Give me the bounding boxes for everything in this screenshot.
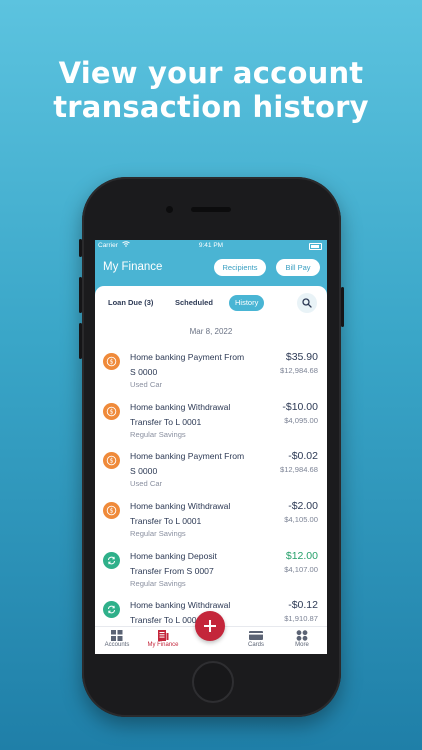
plus-icon <box>204 620 216 632</box>
mute-switch <box>79 239 82 257</box>
nav-cards[interactable]: Cards <box>236 630 276 648</box>
transaction-description: Home banking Withdrawal Transfer To L 000… <box>130 402 231 427</box>
phone-screen: Carrier 9:41 PM My Finance Recipients Bi… <box>95 240 327 654</box>
transaction-row[interactable]: $ Home banking Withdrawal Transfer To L 0… <box>95 498 327 546</box>
date-header: Mar 8, 2022 <box>189 327 233 336</box>
transaction-description: Home banking Payment From S 0000 <box>130 352 245 377</box>
transaction-amount: $12.00 <box>285 550 318 562</box>
transaction-amount: -$0.12 <box>288 599 318 611</box>
tab-loan-due[interactable]: Loan Due (3) <box>108 295 153 311</box>
transaction-account: Used Car <box>130 479 163 488</box>
transaction-balance: $1,910.87 <box>284 614 318 623</box>
loan-payment-icon: $ <box>103 353 120 370</box>
transaction-account: Regular Savings <box>130 529 186 538</box>
page-title: My Finance <box>103 261 163 273</box>
my-finance-icon <box>158 630 169 641</box>
transaction-row[interactable]: $ Home banking Withdrawal Transfer To L 0… <box>95 399 327 447</box>
nav-my-finance-label: My Finance <box>147 642 179 648</box>
svg-text:$: $ <box>110 508 114 515</box>
tab-history[interactable]: History <box>229 295 265 311</box>
earpiece-speaker <box>191 207 231 212</box>
battery-icon <box>309 243 322 250</box>
nav-my-finance[interactable]: My Finance <box>143 630 183 648</box>
tab-bar: Loan Due (3) Scheduled History <box>95 286 327 316</box>
volume-down-button <box>79 323 82 359</box>
transaction-amount: -$10.00 <box>282 401 318 413</box>
search-icon <box>302 298 312 308</box>
more-dots-icon <box>296 630 308 641</box>
phone-frame: Carrier 9:41 PM My Finance Recipients Bi… <box>79 177 344 717</box>
svg-text:$: $ <box>110 359 114 366</box>
power-button <box>341 287 344 327</box>
transaction-account: Regular Savings <box>130 579 186 588</box>
headline-line-1: View your account <box>58 56 364 90</box>
transaction-description: Home banking Payment From S 0000 <box>130 451 245 476</box>
headline-line-2: transaction history <box>53 90 369 124</box>
transfer-icon <box>103 601 120 618</box>
transaction-balance: $12,984.68 <box>279 366 318 375</box>
loan-payment-icon: $ <box>103 502 120 519</box>
svg-text:$: $ <box>110 458 114 465</box>
status-time: 9:41 PM <box>198 242 224 249</box>
transaction-amount: $35.90 <box>285 351 318 363</box>
recipients-button[interactable]: Recipients <box>214 259 266 276</box>
transfer-icon <box>103 552 120 569</box>
home-button[interactable] <box>192 661 234 703</box>
transaction-account: Regular Savings <box>130 430 186 439</box>
transaction-balance: $4,105.00 <box>284 515 318 524</box>
transaction-balance: $4,107.00 <box>284 565 318 574</box>
nav-cards-label: Cards <box>247 642 264 648</box>
transaction-row[interactable]: Home banking Deposit Transfer From S 0007… <box>95 548 327 596</box>
nav-accounts-label: Accounts <box>104 642 130 648</box>
transaction-amount: -$2.00 <box>288 500 318 512</box>
transaction-balance: $12,984.68 <box>279 465 318 474</box>
svg-text:$: $ <box>110 409 114 416</box>
transaction-row[interactable]: $ Home banking Payment From S 0000 Used C… <box>95 448 327 496</box>
transaction-account: Used Car <box>130 380 163 389</box>
volume-up-button <box>79 277 82 313</box>
status-bar: Carrier 9:41 PM <box>95 240 327 252</box>
transaction-row[interactable]: $ Home banking Payment From S 0000 Used C… <box>95 349 327 397</box>
nav-accounts[interactable]: Accounts <box>97 630 137 648</box>
transaction-description: Home banking Withdrawal Transfer To L 000… <box>130 501 231 526</box>
tab-scheduled[interactable]: Scheduled <box>175 295 213 311</box>
loan-payment-icon: $ <box>103 403 120 420</box>
card-icon <box>249 631 263 640</box>
accounts-grid-icon <box>111 630 123 641</box>
transaction-balance: $4,095.00 <box>284 416 318 425</box>
app-header: My Finance Recipients Bill Pay <box>95 252 327 286</box>
nav-more-label: More <box>295 642 309 648</box>
marketing-headline: View your account transaction history <box>0 56 422 124</box>
transaction-description: Home banking Deposit Transfer From S 0007 <box>130 551 217 576</box>
bill-pay-button[interactable]: Bill Pay <box>276 259 320 276</box>
search-button[interactable] <box>297 293 317 313</box>
transaction-amount: -$0.02 <box>288 450 318 462</box>
add-button[interactable] <box>195 611 225 641</box>
nav-more[interactable]: More <box>282 630 322 648</box>
loan-payment-icon: $ <box>103 452 120 469</box>
front-camera <box>166 206 173 213</box>
main-card: Loan Due (3) Scheduled History Mar 8, 20… <box>95 286 327 654</box>
